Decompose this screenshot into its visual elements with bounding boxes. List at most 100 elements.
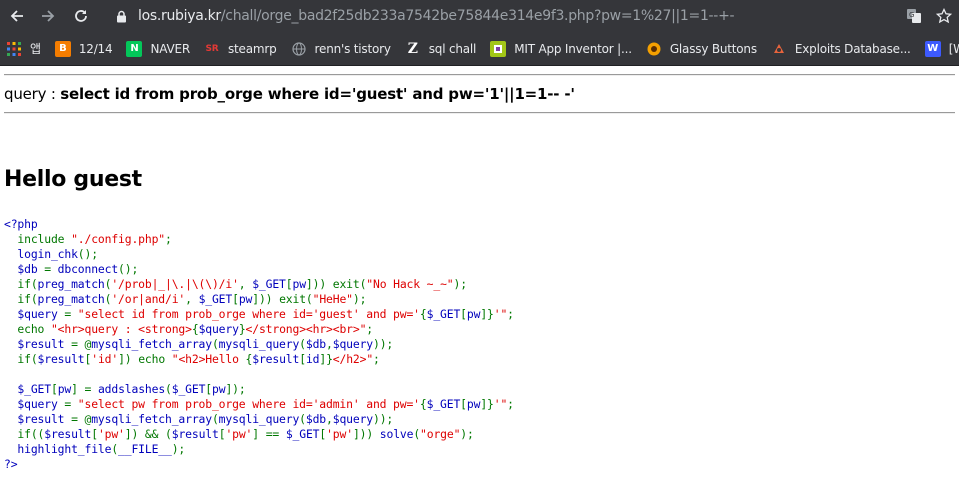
query-line: query : select id from prob_orge where i… xyxy=(4,85,575,103)
code-line: if(($result['pw']) && ($result['pw'] == … xyxy=(4,427,514,442)
code-token: $query xyxy=(332,337,373,351)
bookmark-sql-chall[interactable]: Z sql chall xyxy=(399,35,484,63)
code-token: ])) xyxy=(352,427,380,441)
code-token: $_GET xyxy=(198,292,233,306)
bookmark-w[interactable]: W [W xyxy=(919,35,959,63)
code-token: ]} xyxy=(480,307,494,321)
code-line: if(preg_match('/prob|_|\.|\(\)/i', $_GET… xyxy=(4,277,514,292)
url-host: los.rubiya.kr xyxy=(138,8,221,24)
reload-button[interactable] xyxy=(66,0,96,32)
code-token: (); xyxy=(118,262,139,276)
bookmark-blogger[interactable]: B 12/14 xyxy=(49,35,121,63)
forward-button[interactable] xyxy=(33,0,63,32)
code-token: $_GET xyxy=(426,307,461,321)
code-token: [ xyxy=(460,397,467,411)
code-token: ( xyxy=(299,412,306,426)
star-icon xyxy=(936,8,952,24)
code-token: 'id' xyxy=(91,352,119,366)
code-token: pw xyxy=(466,307,481,321)
bookmark-label: sql chall xyxy=(428,41,477,56)
address-bar[interactable]: los.rubiya.kr/chall/orge_bad2f25db233a75… xyxy=(100,0,920,32)
query-text: select id from prob_orge where id='guest… xyxy=(60,85,575,103)
code-token: preg_match xyxy=(37,292,105,306)
code-token: } xyxy=(238,322,246,336)
code-token: $_GET xyxy=(171,382,206,396)
code-token: { xyxy=(419,307,427,321)
arrow-left-icon xyxy=(10,10,23,22)
code-token: $_GET xyxy=(285,427,320,441)
code-token: )); xyxy=(372,412,394,426)
code-token: pw xyxy=(212,382,226,396)
apps-grid-icon xyxy=(6,41,22,57)
code-token: preg_match xyxy=(37,277,105,291)
bookmark-steamrp[interactable]: SR steamrp xyxy=(198,35,285,63)
code-line: $_GET[pw] = addslashes($_GET[pw]); xyxy=(4,382,514,397)
code-token: if( xyxy=(4,292,38,306)
code-token: ); xyxy=(453,277,467,291)
php-source-code: <?php include "./config.php"; login_chk(… xyxy=(4,217,514,472)
code-token: $query xyxy=(4,397,65,411)
code-token: [ xyxy=(91,427,98,441)
code-token: , xyxy=(326,337,333,351)
glassy-buttons-icon xyxy=(646,41,662,57)
code-token: "No Hack ~_~" xyxy=(366,277,454,291)
bookmark-label: renn's tistory xyxy=(314,41,391,56)
code-token: , xyxy=(238,277,253,291)
code-line: $query = "select pw from prob_orge where… xyxy=(4,397,514,412)
code-token: $_GET xyxy=(252,277,286,291)
steamrp-icon: SR xyxy=(205,43,219,54)
query-prefix: query : xyxy=(4,85,61,103)
code-line: <?php xyxy=(4,217,514,232)
code-token: ; xyxy=(373,352,380,366)
code-line: login_chk(); xyxy=(4,247,514,262)
code-token: ])) exit( xyxy=(252,292,313,306)
code-token: pw xyxy=(466,397,481,411)
code-token: [ xyxy=(299,352,306,366)
code-token: ; xyxy=(507,397,514,411)
mit-app-inventor-icon xyxy=(490,40,507,57)
bookmark-naver[interactable]: N NAVER xyxy=(120,35,198,63)
z-icon: Z xyxy=(407,40,418,57)
code-token: ]} xyxy=(480,397,494,411)
code-token: (); xyxy=(77,247,98,261)
code-token: [ xyxy=(460,307,467,321)
bookmark-label: 12/14 xyxy=(78,41,113,56)
code-line: include "./config.php"; xyxy=(4,232,514,247)
code-token: ] = xyxy=(71,382,98,396)
bookmark-mit-app-inventor[interactable]: MIT App Inventor |... xyxy=(484,35,640,63)
code-token: solve xyxy=(379,427,414,441)
divider xyxy=(4,112,955,114)
code-token: $result xyxy=(4,412,72,426)
code-token: 'pw' xyxy=(225,427,253,441)
code-token: ( xyxy=(211,412,219,426)
bookmark-glassy-buttons[interactable]: Glassy Buttons xyxy=(640,35,765,63)
code-token: = xyxy=(44,262,58,276)
code-token: $_GET xyxy=(4,382,51,396)
code-token: , xyxy=(326,412,333,426)
code-token: 'pw' xyxy=(97,427,125,441)
code-token: "<hr>query : <strong> xyxy=(50,322,192,336)
code-line: highlight_file(__FILE__); xyxy=(4,442,514,457)
code-token: = xyxy=(64,397,78,411)
code-token: addslashes xyxy=(97,382,166,396)
back-button[interactable] xyxy=(2,0,32,32)
bookmark-exploit-db[interactable]: Exploits Database... xyxy=(765,35,919,63)
code-token: include xyxy=(4,232,72,246)
bookmark-label: 앱 xyxy=(30,42,41,56)
code-token: echo xyxy=(4,322,51,336)
translate-button[interactable]: G xyxy=(899,0,929,32)
bookmark-star-button[interactable] xyxy=(929,0,959,32)
code-token: mysqli_fetch_array xyxy=(91,412,212,426)
code-token: = xyxy=(64,307,78,321)
code-token: 'pw' xyxy=(326,427,353,441)
code-token: if( xyxy=(4,277,38,291)
bookmark-apps[interactable]: 앱 xyxy=(0,35,49,63)
code-token: $result xyxy=(44,427,92,441)
code-token: mysqli_query xyxy=(218,337,300,351)
code-token: dbconnect xyxy=(57,262,119,276)
code-line: if($result['id']) echo "<h2>Hello {$resu… xyxy=(4,352,514,367)
translate-icon: G xyxy=(907,9,921,23)
code-line: if(preg_match('/or|and/i', $_GET[pw])) e… xyxy=(4,292,514,307)
bookmark-renn-tistory[interactable]: renn's tistory xyxy=(285,35,399,63)
